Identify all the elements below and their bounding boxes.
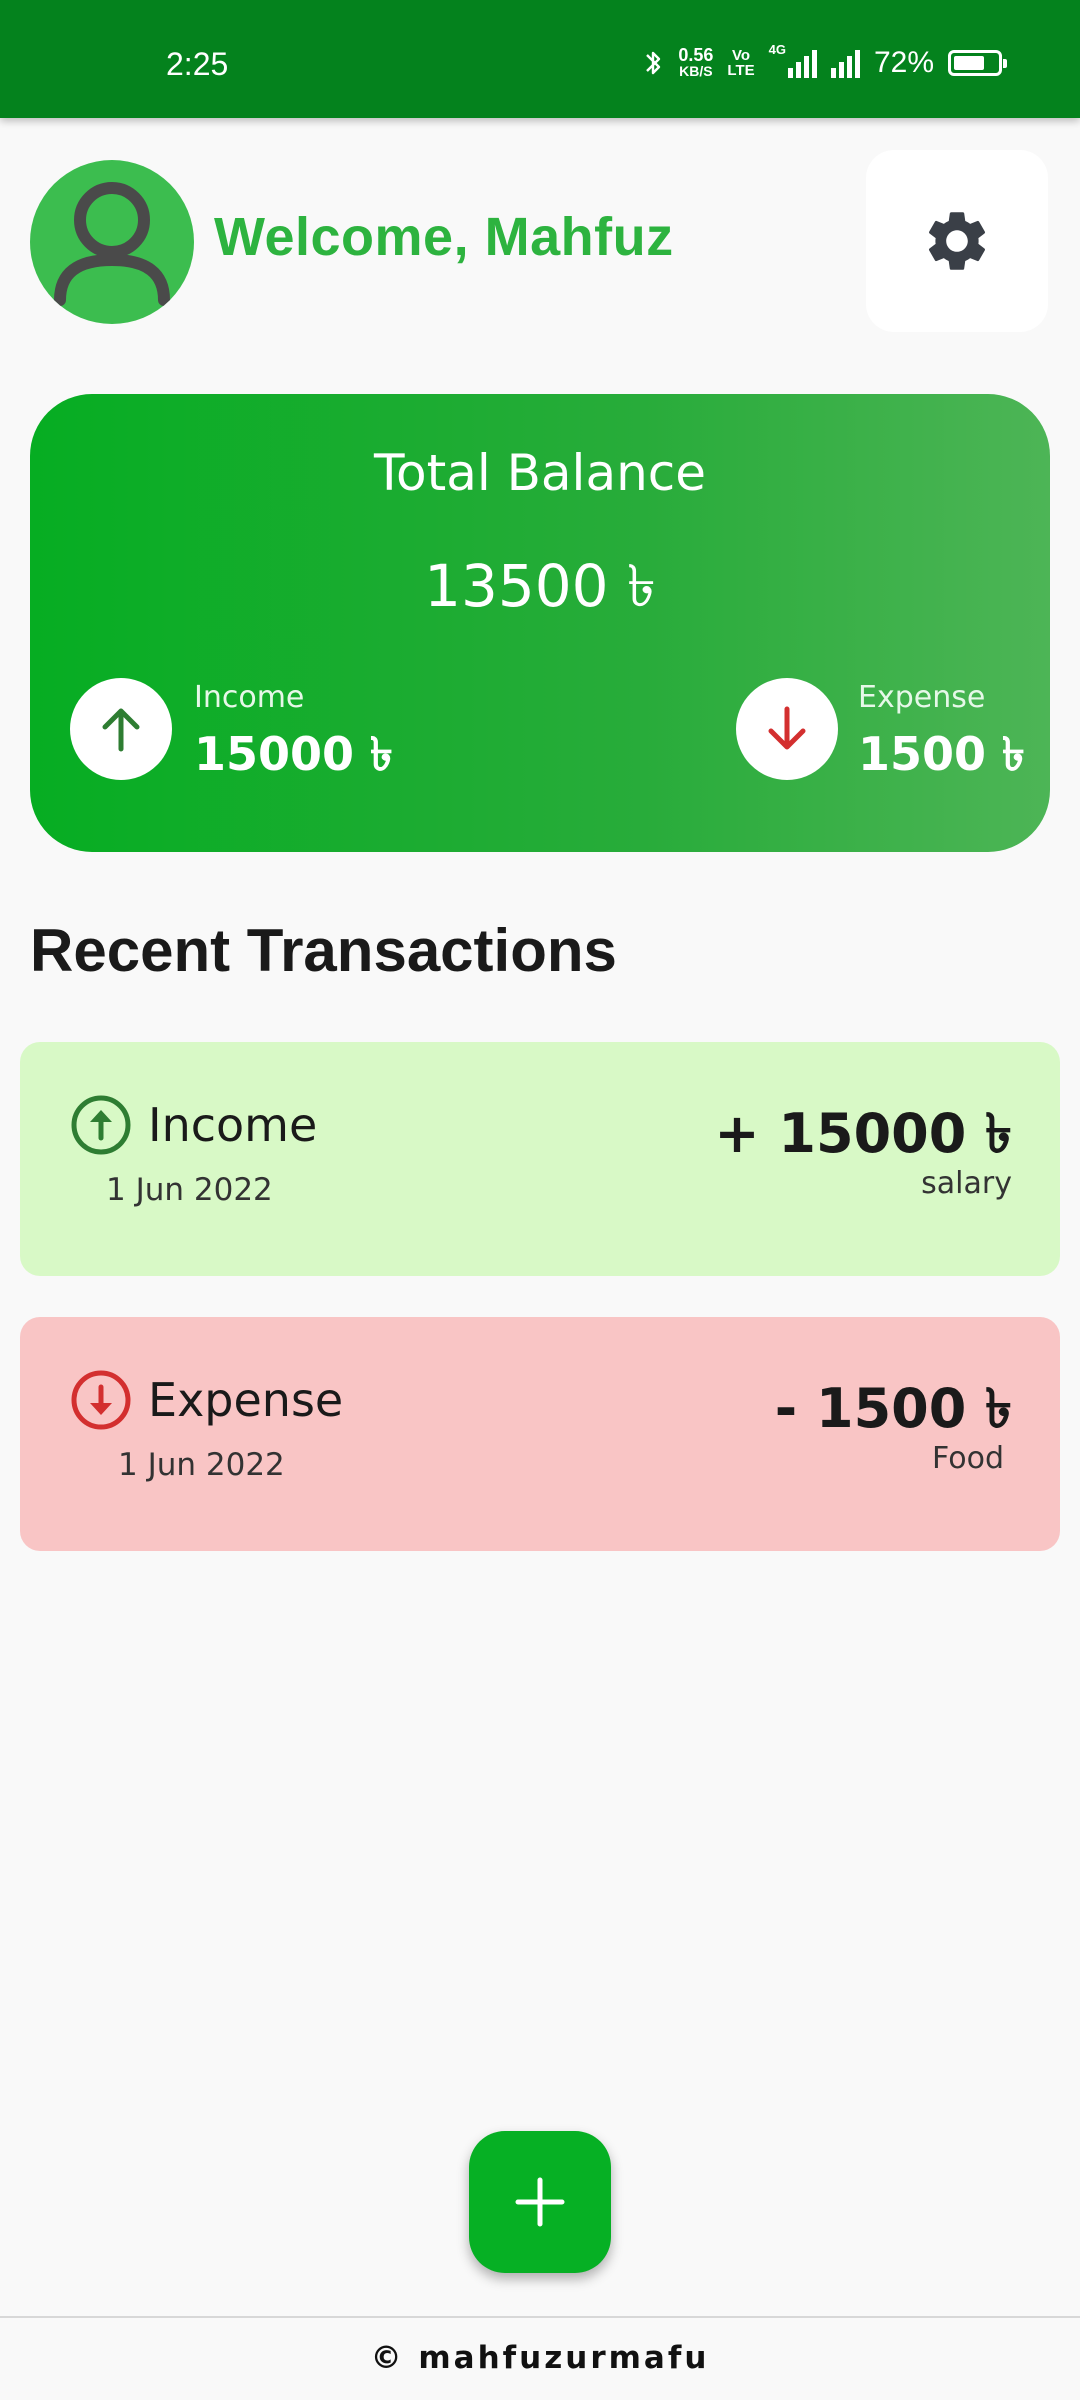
- transaction-note: Food: [932, 1441, 1004, 1476]
- arrow-down-icon: [768, 706, 806, 750]
- network-speed: 0.56 KB/S: [678, 45, 714, 79]
- expense-circle: [736, 678, 838, 780]
- arrow-circle-down-icon: [71, 1370, 131, 1430]
- transaction-type: Expense: [148, 1373, 344, 1427]
- transaction-note: salary: [921, 1166, 1012, 1201]
- transaction-date: 1 Jun 2022: [118, 1447, 285, 1483]
- transaction-item-expense[interactable]: Expense 1 Jun 2022 - 1500 ৳ Food: [20, 1317, 1060, 1551]
- volte-indicator: Vo LTE: [727, 47, 755, 79]
- status-time: 2:25: [166, 46, 229, 82]
- expense-label: Expense: [858, 680, 986, 715]
- transaction-item-income[interactable]: Income 1 Jun 2022 + 15000 ৳ salary: [20, 1042, 1060, 1276]
- income-circle: [70, 678, 172, 780]
- recent-transactions-title: Recent Transactions: [30, 917, 617, 984]
- transaction-date: 1 Jun 2022: [106, 1172, 273, 1208]
- bluetooth-icon: [646, 51, 661, 75]
- arrow-circle-up-icon: [71, 1095, 131, 1155]
- expense-value: 1500 ৳: [858, 727, 1025, 781]
- balance-title: Total Balance: [373, 444, 707, 502]
- avatar[interactable]: [30, 160, 194, 324]
- battery-icon: [948, 50, 1007, 76]
- person-icon: [54, 182, 170, 306]
- status-icons: 0.56 KB/S Vo LTE 4G 72%: [644, 42, 1007, 80]
- settings-button[interactable]: [866, 150, 1048, 332]
- network-type: 4G: [768, 42, 786, 57]
- total-balance: 13500 ৳: [424, 552, 656, 620]
- welcome-text: Welcome, Mahfuz: [214, 207, 674, 267]
- add-transaction-button[interactable]: [469, 2131, 611, 2273]
- income-label: Income: [194, 680, 305, 715]
- income-value: 15000 ৳: [194, 727, 393, 781]
- transaction-type: Income: [148, 1098, 318, 1152]
- balance-card: Total Balance 13500 ৳ Income 15000 ৳ Exp…: [30, 394, 1050, 852]
- arrow-up-icon: [102, 708, 140, 752]
- battery-percent: 72%: [873, 46, 934, 79]
- footer-credit: © mahfuzurmafu: [370, 2340, 710, 2376]
- plus-icon: [515, 2177, 565, 2227]
- signal-icon: [787, 48, 817, 78]
- footer: © mahfuzurmafu: [0, 2316, 1080, 2400]
- signal-icon-2: [830, 48, 860, 78]
- status-bar: 2:25 0.56 KB/S Vo LTE 4G 72%: [0, 0, 1080, 118]
- gear-icon: [928, 212, 986, 270]
